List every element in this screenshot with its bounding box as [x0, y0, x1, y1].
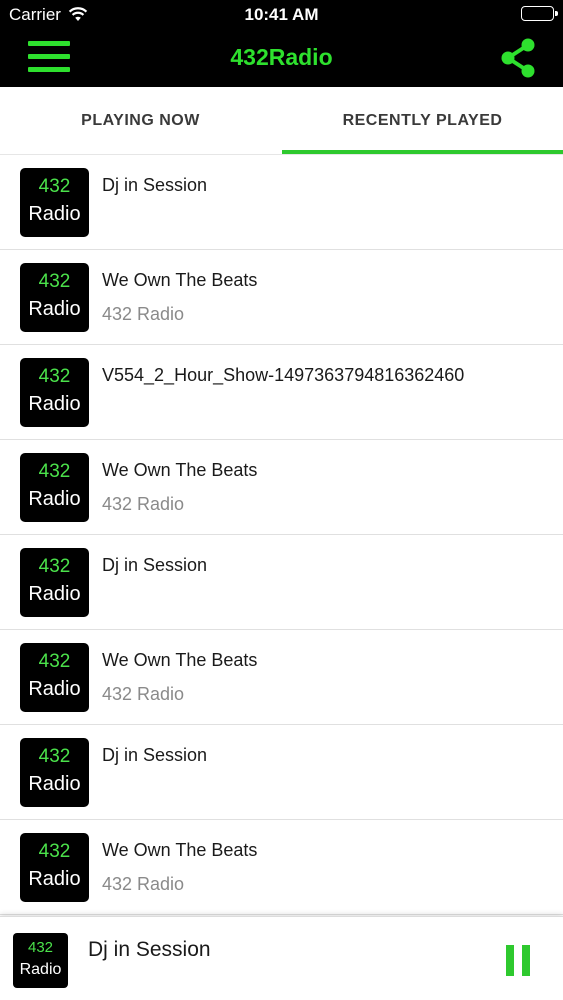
now-playing-bar[interactable]: 432 Radio Dj in Session	[0, 916, 563, 1000]
track-title: We Own The Beats	[102, 460, 258, 480]
app-title: 432Radio	[230, 44, 333, 70]
station-logo: 432 Radio	[20, 643, 89, 712]
list-item[interactable]: 432 Radio Dj in Session	[0, 155, 563, 250]
list-item[interactable]: 432 Radio V554_2_Hour_Show-14973637948163…	[0, 345, 563, 440]
track-title: V554_2_Hour_Show-1497363794816362460	[102, 365, 465, 385]
track-artist: 432 Radio	[102, 304, 185, 324]
station-logo: 432 Radio	[20, 738, 89, 807]
list-item[interactable]: 432 Radio We Own The Beats 432 Radio	[0, 630, 563, 725]
track-artist: 432 Radio	[102, 494, 185, 514]
track-title: Dj in Session	[102, 175, 208, 195]
list-item[interactable]: 432 Radio We Own The Beats 432 Radio	[0, 440, 563, 535]
tab-recently-played[interactable]: RECENTLY PLAYED	[282, 87, 563, 155]
station-logo: 432 Radio	[20, 833, 89, 902]
station-logo: 432 Radio	[20, 548, 89, 617]
tab-playing-now[interactable]: PLAYING NOW	[0, 87, 281, 155]
share-icon[interactable]	[499, 38, 537, 78]
list-item[interactable]: 432 Radio Dj in Session	[0, 535, 563, 630]
list-item[interactable]: 432 Radio We Own The Beats 432 Radio	[0, 820, 563, 915]
pause-icon[interactable]	[506, 945, 530, 976]
list-item[interactable]: 432 Radio We Own The Beats 432 Radio	[0, 250, 563, 345]
navigation-bar: 432Radio	[0, 30, 563, 87]
station-logo: 432 Radio	[20, 453, 89, 522]
recently-played-list: 432 Radio Dj in Session 432 Radio We Own T…	[0, 155, 563, 915]
station-logo: 432 Radio	[20, 168, 89, 237]
track-title: We Own The Beats	[102, 270, 258, 290]
station-logo: 432 Radio	[20, 358, 89, 427]
track-title: Dj in Session	[102, 745, 208, 765]
track-artist: 432 Radio	[102, 874, 185, 894]
status-time: 10:41 AM	[244, 5, 319, 24]
station-logo: 432 Radio	[13, 933, 68, 988]
list-item[interactable]: 432 Radio Dj in Session	[0, 725, 563, 820]
now-playing-title: Dj in Session	[88, 938, 211, 961]
battery-icon	[521, 6, 558, 21]
track-title: We Own The Beats	[102, 650, 258, 670]
track-title: We Own The Beats	[102, 840, 258, 860]
selected-tab-indicator	[282, 150, 563, 154]
track-artist: 432 Radio	[102, 684, 185, 704]
status-bar: Carrier 10:41 AM	[0, 0, 563, 30]
track-title: Dj in Session	[102, 555, 208, 575]
tab-bar: PLAYING NOW RECENTLY PLAYED	[0, 87, 563, 155]
station-logo: 432 Radio	[20, 263, 89, 332]
